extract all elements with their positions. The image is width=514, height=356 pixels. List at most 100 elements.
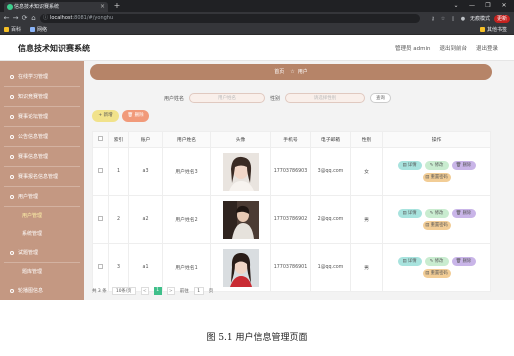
- row-select-cell[interactable]: [92, 243, 109, 292]
- forward-icon[interactable]: →: [11, 12, 20, 25]
- batch-delete-button[interactable]: 🗑 删除: [122, 110, 149, 122]
- edit-button[interactable]: ✎ 修改: [424, 161, 449, 170]
- detail-button[interactable]: ▤ 详情: [397, 161, 422, 170]
- phone-cell: 17703786903: [270, 147, 311, 196]
- avatar-cell: [210, 195, 271, 244]
- row-checkbox[interactable]: [98, 216, 103, 221]
- app-title: 信息技术知识赛系统: [18, 44, 90, 53]
- detail-button[interactable]: ▤ 详情: [397, 209, 422, 218]
- actions-cell: ▤ 详情 ✎ 修改 🗑 删除 ▤ 重置密码: [382, 243, 491, 292]
- tab-title: 信息技术知识赛系统: [14, 4, 60, 10]
- row-select-cell[interactable]: [92, 195, 109, 244]
- next-page-button[interactable]: >: [166, 287, 175, 295]
- index-cell: 2: [108, 195, 129, 244]
- url-input[interactable]: ⓘ localhost:8081/#/yonghu: [40, 14, 420, 23]
- bookmarks-bar: 百科 网络 其他书签: [0, 25, 514, 35]
- sidebar-subitem[interactable]: 用户管理: [4, 207, 80, 225]
- page-size-select[interactable]: 10条/页: [111, 287, 136, 295]
- edit-button[interactable]: ✎ 修改: [424, 209, 449, 218]
- sidepanel-icon[interactable]: ▯: [450, 16, 456, 22]
- reset-password-button[interactable]: ▤ 重置密码: [422, 173, 451, 182]
- reset-password-button[interactable]: ▤ 重置密码: [422, 221, 451, 230]
- email-cell: 2@qq.com: [310, 195, 351, 244]
- browser-tools: ⚷ ☆ ▯ ● 无痕模式 更新: [430, 12, 510, 25]
- reset-label: 重置密码: [430, 223, 448, 228]
- sidebar-subitem[interactable]: 系统管理: [4, 225, 80, 243]
- close-window-icon[interactable]: ✕: [498, 0, 510, 12]
- browser-tab[interactable]: 信息技术知识赛系统 ×: [4, 2, 108, 12]
- star-icon: ☆: [290, 69, 295, 75]
- sidebar-item-label: 赛事信息管理: [18, 154, 49, 160]
- sidebar-item[interactable]: 赛事报名信息管理: [4, 167, 80, 187]
- sidebar-item[interactable]: 知识竞赛管理: [4, 87, 80, 107]
- bookmark-star-icon[interactable]: ☆: [440, 16, 446, 22]
- column-header: 手机号: [270, 131, 311, 148]
- tab-search-icon[interactable]: ⌄: [450, 0, 462, 12]
- delete-button[interactable]: 🗑 删除: [451, 209, 476, 218]
- bookmark-item[interactable]: 网络: [30, 26, 47, 34]
- actions-cell: ▤ 详情 ✎ 修改 🗑 删除 ▤ 重置密码: [382, 147, 491, 196]
- goto-page-input[interactable]: 1: [193, 287, 204, 295]
- menu-circle-icon: [10, 115, 14, 119]
- gender-cell: 男: [350, 195, 383, 244]
- page-unit-label: 页: [208, 289, 214, 294]
- gender-select[interactable]: 请选择性别: [285, 93, 366, 103]
- minimize-icon[interactable]: —: [466, 0, 478, 12]
- sidebar-item[interactable]: 用户管理: [4, 187, 80, 207]
- detail-button[interactable]: ▤ 详情: [397, 257, 422, 266]
- prev-page-button[interactable]: <: [140, 287, 149, 295]
- update-button[interactable]: 更新: [493, 14, 510, 23]
- query-button[interactable]: 查询: [370, 93, 392, 103]
- sidebar-item-label: 在线学习管理: [18, 74, 49, 80]
- sidebar-item-label: 用户管理: [22, 213, 43, 219]
- reset-label: 重置密码: [430, 175, 448, 180]
- edit-button[interactable]: ✎ 修改: [424, 257, 449, 266]
- actions-cell: ▤ 详情 ✎ 修改 🗑 删除 ▤ 重置密码: [382, 195, 491, 244]
- logout-link[interactable]: 退出登录: [476, 44, 498, 52]
- row-select-cell[interactable]: [92, 147, 109, 196]
- sidebar-item-label: 试题管理: [18, 250, 39, 256]
- back-icon[interactable]: ←: [2, 12, 11, 25]
- select-all-checkbox[interactable]: [98, 136, 103, 141]
- trash-icon: 🗑: [455, 259, 463, 264]
- reload-icon[interactable]: ⟳: [20, 12, 29, 25]
- page-number-current[interactable]: 1: [153, 287, 162, 295]
- row-checkbox[interactable]: [98, 264, 103, 269]
- window-controls: ⌄ — ❐ ✕: [450, 0, 510, 12]
- name-search-input[interactable]: 用户姓名: [189, 93, 266, 103]
- delete-button[interactable]: 🗑 删除: [451, 257, 476, 266]
- sidebar-item[interactable]: 赛事论坛管理: [4, 107, 80, 127]
- sidebar-item[interactable]: 轮播图信息: [4, 281, 80, 301]
- phone-cell: 17703786901: [270, 243, 311, 292]
- index-cell: 3: [108, 243, 129, 292]
- other-bookmarks[interactable]: 其他书签: [480, 26, 507, 34]
- bookmark-item[interactable]: 百科: [4, 26, 21, 34]
- home-icon[interactable]: ⌂: [29, 12, 38, 25]
- total-count: 共 3 条: [92, 289, 107, 294]
- address-bar-row: ← → ⟳ ⌂ ⓘ localhost:8081/#/yonghu ⚷ ☆ ▯ …: [0, 12, 514, 25]
- select-all-header[interactable]: [92, 131, 109, 148]
- sidebar-item[interactable]: 在线学习管理: [4, 67, 80, 87]
- name-cell: 用户姓名3: [162, 147, 211, 196]
- sidebar-item[interactable]: 赛事信息管理: [4, 147, 80, 167]
- sidebar-item[interactable]: 公告信息管理: [4, 127, 80, 147]
- column-header: 索引: [108, 131, 129, 148]
- sidebar-subitem[interactable]: 题库管理: [4, 263, 80, 281]
- row-checkbox[interactable]: [98, 168, 103, 173]
- breadcrumb-home[interactable]: 首页: [274, 69, 284, 75]
- sidebar-item-label: 赛事报名信息管理: [18, 174, 59, 180]
- delete-label: 删除: [462, 163, 472, 168]
- close-tab-icon[interactable]: ×: [100, 2, 105, 12]
- menu-circle-icon: [10, 289, 14, 293]
- key-icon[interactable]: ⚷: [430, 16, 436, 22]
- to-frontend-link[interactable]: 退出到前台: [439, 44, 467, 52]
- delete-button[interactable]: 🗑 删除: [451, 161, 476, 170]
- bookmark-label: 其他书签: [487, 27, 508, 33]
- new-tab-button[interactable]: +: [112, 0, 122, 12]
- maximize-icon[interactable]: ❐: [482, 0, 494, 12]
- admin-label: 管理员 admin: [394, 46, 431, 52]
- goto-label: 前往: [179, 289, 189, 294]
- add-button[interactable]: + 新增: [92, 110, 119, 122]
- sidebar-item[interactable]: 试题管理: [4, 243, 80, 263]
- reset-password-button[interactable]: ▤ 重置密码: [422, 269, 451, 278]
